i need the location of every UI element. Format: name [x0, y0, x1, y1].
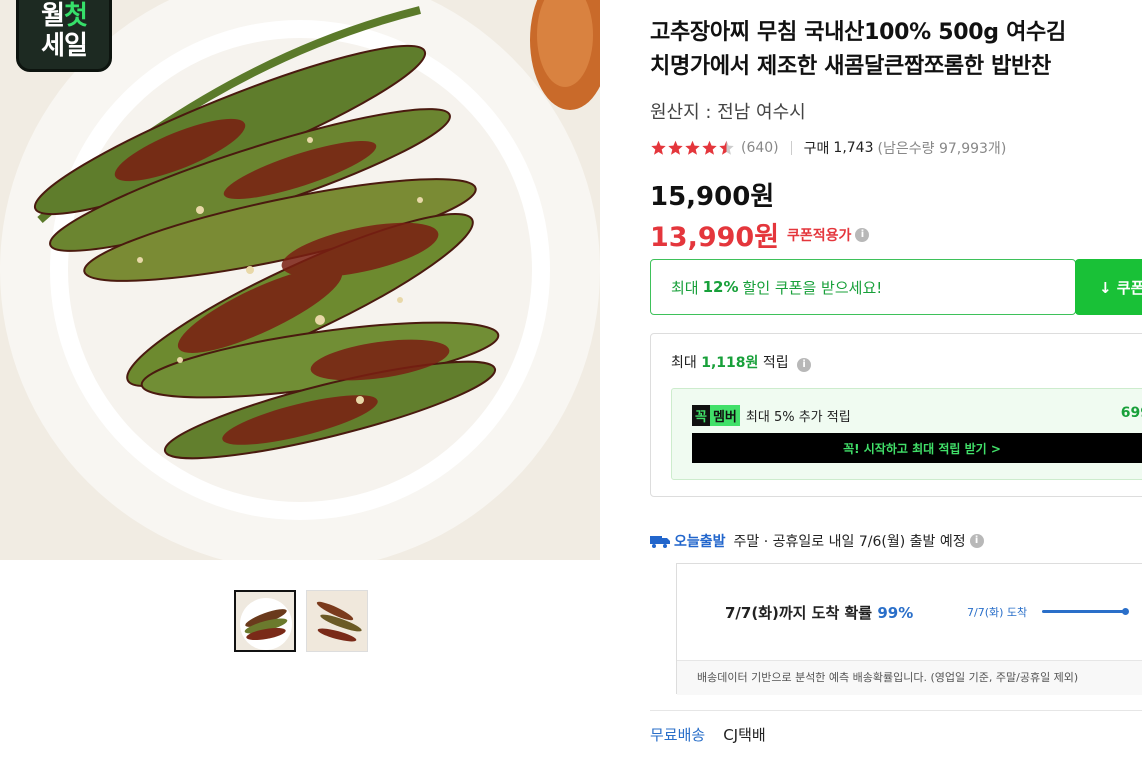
half-star-icon [719, 140, 734, 155]
star-icon [651, 140, 666, 155]
membership-logo-part: 꼭 [692, 405, 710, 426]
arrival-probability-box: 7/7(화)까지 도착 확률 99% 7/7(화) 도착 배송데이터 기반으로 … [676, 563, 1142, 695]
sale-price: 13,990원 [650, 222, 780, 253]
thumbnail-2[interactable] [306, 590, 368, 652]
coupon-prefix: 최대 [671, 278, 699, 297]
star-icon [685, 140, 700, 155]
arrival-mini-label: 7/7(화) 도착 [967, 606, 1028, 619]
shipping-row: 무료배송 CJ택배 [650, 710, 1142, 758]
delivery-row: 오늘출발 주말 · 공휴일로 내일 7/6(월) 출발 예정 i [650, 531, 984, 551]
stock-remaining: (남은수량 97,993개) [877, 141, 1007, 157]
points-headline: 최대 1,118원 적립 i [671, 352, 812, 372]
star-icon [702, 140, 717, 155]
star-rating[interactable] [650, 140, 735, 156]
free-shipping-label: 무료배송 [650, 726, 706, 744]
rating-row: (640) 구매 1,743 (남은수량 97,993개) [650, 138, 1142, 158]
points-amount: 1,118원 [701, 355, 759, 371]
points-prefix: 최대 [671, 355, 697, 371]
arrival-percent: 99% [877, 604, 914, 622]
purchase-count: 1,743 [833, 140, 874, 156]
membership-line: 꼭 멤버 최대 5% 추가 적립 [692, 405, 851, 426]
info-icon[interactable]: i [797, 358, 812, 372]
original-price: 15,900원 [650, 182, 775, 212]
purchase-label: 구매 [803, 141, 830, 157]
monthly-sale-badge: 월첫 세일 [16, 0, 112, 72]
arrival-note: 배송데이터 기반으로 분석한 예측 배송확률입니다. (영업일 기준, 주말/공… [677, 660, 1142, 695]
divider [790, 141, 792, 155]
dispatch-schedule: 주말 · 공휴일로 내일 7/6(월) 출발 예정 [733, 534, 966, 550]
coupon-percent: 12% [702, 278, 739, 296]
membership-logo: 꼭 멤버 [692, 405, 740, 426]
product-info-panel: 고추장아찌 무침 국내산100% 500g 여수김 치명가에서 제조한 새콤달큰… [650, 0, 1142, 758]
coupon-price-label: 쿠폰적용가 [787, 227, 852, 244]
arrival-headline: 7/7(화)까지 도착 확률 99% [725, 602, 913, 623]
star-icon [668, 140, 683, 155]
info-icon[interactable]: i [855, 227, 870, 242]
coupon-download-button[interactable]: ↓ 쿠폰 [1075, 259, 1142, 315]
membership-logo-part: 멤버 [709, 405, 740, 426]
review-count[interactable]: (640) [741, 140, 779, 156]
coupon-banner[interactable]: 최대 12% 할인 쿠폰을 받으세요! [650, 259, 1076, 315]
carrier-name: CJ택배 [723, 726, 766, 744]
title-line-2: 치명가에서 제조한 새콤달큰짭쪼롬한 밥반찬 [650, 54, 1051, 79]
membership-amount: 699 [1120, 405, 1142, 421]
thumbnail-strip [234, 590, 368, 652]
membership-text: 최대 5% 추가 적립 [745, 410, 851, 425]
arrival-text: 7/7(화)까지 도착 확률 [725, 604, 873, 622]
thumbnail-1[interactable] [234, 590, 296, 652]
today-dispatch-label: 오늘출발 [674, 534, 726, 550]
main-product-image: 월첫 세일 [0, 0, 600, 560]
arrival-probability-bar [1042, 608, 1129, 615]
membership-box: 꼭멤버 최대 5% 추가 적립 699 꼭! 시작하고 최대 적립 받기 > [671, 388, 1142, 480]
coupon-suffix: 할인 쿠폰을 받으세요! [742, 278, 883, 297]
points-box: 최대 1,118원 적립 i 꼭멤버 최대 5% 추가 적립 699 꼭! 시작… [650, 333, 1142, 497]
membership-start-button[interactable]: 꼭! 시작하고 최대 적립 받기 > [692, 433, 1142, 463]
product-title: 고추장아찌 무침 국내산100% 500g 여수김 치명가에서 제조한 새콤달큰… [650, 16, 1142, 84]
origin-text: 원산지 : 전남 여수시 [650, 102, 806, 123]
title-line-1: 고추장아찌 무침 국내산100% 500g 여수김 [650, 20, 1066, 45]
truck-icon [650, 536, 670, 548]
info-icon[interactable]: i [969, 534, 984, 548]
product-photo [0, 0, 600, 560]
points-suffix: 적립 [762, 355, 789, 371]
sale-price-row: 13,990원 쿠폰적용가 i [650, 215, 1142, 254]
